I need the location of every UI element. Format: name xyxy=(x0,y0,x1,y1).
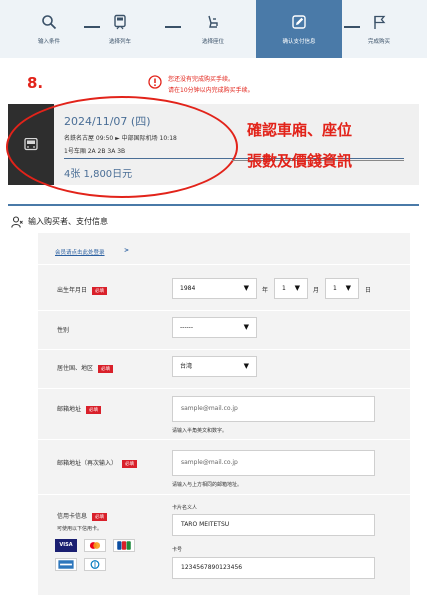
step-confirm-payment: 确认支付信息 xyxy=(256,0,342,58)
required-badge: 必填 xyxy=(92,286,108,295)
field-label: 信用卡信息 xyxy=(57,513,88,520)
card-number-label: 卡号 xyxy=(172,547,183,553)
caret-down-icon: ▼ xyxy=(294,284,300,292)
edit-icon xyxy=(292,15,306,29)
divider xyxy=(38,439,410,440)
flag-icon xyxy=(374,15,386,29)
required-badge: 必填 xyxy=(98,364,114,373)
chevron-right-icon: > xyxy=(124,247,130,254)
step-complete-purchase: 完成购买 xyxy=(336,0,422,58)
birth-year-select[interactable]: 1984 ▼ xyxy=(172,278,257,299)
select-value: 1 xyxy=(333,285,337,292)
step-label: 完成购买 xyxy=(367,39,390,45)
diners-club-logo xyxy=(84,558,106,571)
field-label: 居住国、地区 xyxy=(57,365,94,372)
required-badge: 必填 xyxy=(122,459,138,468)
divider xyxy=(38,264,410,265)
annotation-callout: 確認車廂、座位 xyxy=(247,121,353,139)
caret-down-icon: ▼ xyxy=(243,323,249,331)
step-select-seat: 选择座位 xyxy=(170,0,256,58)
card-holder-label: 卡片名义人 xyxy=(172,505,198,511)
divider xyxy=(38,494,410,495)
purchaser-form: 会员请点击此处登录 > 出生年月日 必填 1984 ▼ 年 1 ▼ 月 1 ▼ 日 性别… xyxy=(38,233,410,595)
email-field[interactable]: sample@mail.co.jp xyxy=(172,396,375,422)
mastercard-logo xyxy=(84,539,106,552)
warning-line: 您还没有完成购买手续。 xyxy=(168,76,235,83)
divider xyxy=(38,388,410,389)
step-label: 选择列车 xyxy=(108,39,131,45)
card-note: 可使用以下信用卡。 xyxy=(57,526,103,532)
card-info-label: 信用卡信息 必填 xyxy=(57,511,108,521)
section-title: 输入购买者、支付信息 xyxy=(28,217,108,226)
required-badge: 必填 xyxy=(92,512,108,521)
warning-line: 请在10分钟以内完成购买手续。 xyxy=(168,87,254,94)
email-confirm-hint: 请输入与上方相同的邮箱地址。 xyxy=(172,482,243,488)
email-label: 邮箱地址 必填 xyxy=(57,404,102,414)
annotation-callout: 張數及價錢資訊 xyxy=(247,152,353,170)
warning-icon xyxy=(148,75,162,89)
email-hint: 请输入半角英文和数字。 xyxy=(172,428,228,434)
card-brand-logos: VISA xyxy=(55,539,145,579)
purchase-warning: 您还没有完成购买手续。 请在10分钟以内完成购买手续。 xyxy=(168,74,254,96)
email-confirm-field[interactable]: sample@mail.co.jp xyxy=(172,450,375,476)
gender-select[interactable]: ------ ▼ xyxy=(172,317,257,338)
select-value: ------ xyxy=(180,324,193,331)
step-label: 确认支付信息 xyxy=(282,39,316,45)
seat-icon xyxy=(208,15,218,28)
member-login-link[interactable]: 会员请点击此处登录 xyxy=(55,248,105,256)
region-select[interactable]: 台湾 ▼ xyxy=(172,356,257,377)
gender-label: 性别 xyxy=(57,327,70,334)
amex-logo xyxy=(55,558,77,571)
select-value: 台湾 xyxy=(180,363,193,370)
annotation-step-number: 8. xyxy=(27,74,44,92)
region-label: 居住国、地区 必填 xyxy=(57,363,114,373)
divider xyxy=(38,349,410,350)
progress-steps: 输入条件 选择列车 选择座位 确认支付信息 完成购买 xyxy=(0,0,427,58)
visa-logo: VISA xyxy=(55,539,77,552)
search-icon xyxy=(42,15,57,30)
card-number-field[interactable]: 1234567890123456 xyxy=(172,557,375,579)
user-icon xyxy=(11,216,23,228)
annotation-circle xyxy=(6,96,238,198)
caret-down-icon: ▼ xyxy=(243,362,249,370)
birth-month-select[interactable]: 1 ▼ xyxy=(274,278,308,299)
step-select-train: 选择列车 xyxy=(77,0,163,58)
section-divider xyxy=(8,204,419,206)
field-label: 邮箱地址（再次输入） xyxy=(57,460,118,467)
select-value: 1 xyxy=(282,285,286,292)
card-brand-label: VISA xyxy=(59,542,73,548)
birth-day-select[interactable]: 1 ▼ xyxy=(325,278,359,299)
caret-down-icon: ▼ xyxy=(345,284,351,292)
email-confirm-label: 邮箱地址（再次输入） 必填 xyxy=(57,458,138,468)
caret-down-icon: ▼ xyxy=(243,284,249,292)
birth-date-label: 出生年月日 必填 xyxy=(57,285,108,295)
step-label: 选择座位 xyxy=(201,39,224,45)
required-badge: 必填 xyxy=(86,405,102,414)
train-icon xyxy=(114,14,126,30)
jcb-logo xyxy=(113,539,135,552)
unit-label: 月 xyxy=(313,287,320,294)
field-label: 出生年月日 xyxy=(57,287,88,294)
field-label: 邮箱地址 xyxy=(57,406,82,413)
unit-label: 年 xyxy=(262,287,269,294)
divider xyxy=(38,310,410,311)
select-value: 1984 xyxy=(180,285,196,292)
card-holder-field[interactable]: TARO MEITETSU xyxy=(172,514,375,536)
unit-label: 日 xyxy=(365,287,372,294)
